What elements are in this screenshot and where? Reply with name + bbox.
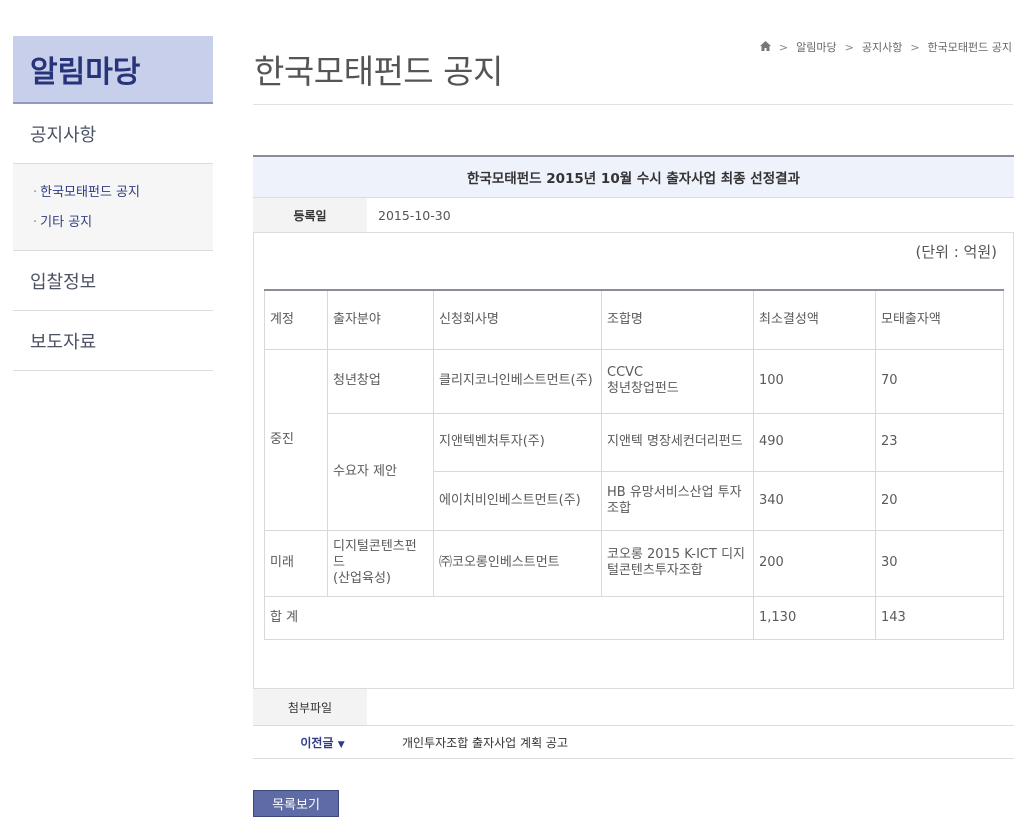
- min-amount-cell: 200: [753, 529, 876, 597]
- table-header-row: 계정 출자분야 신청회사명 조합명 최소결성액 모태출자액: [264, 289, 1004, 350]
- sidebar-item-notices[interactable]: 공지사항: [13, 104, 213, 164]
- table-row: 수요자 제안 지앤텍벤처투자(주) 지앤텍 명장세컨더리펀드 490 23: [265, 412, 1004, 531]
- sidebar: 알림마당 공지사항 · 한국모태펀드 공지 · 기타 공지 입찰정보 보도자료: [13, 36, 213, 371]
- sidebar-subitem-other-notice[interactable]: · 기타 공지: [33, 208, 213, 238]
- chevron-right-icon: >: [910, 40, 920, 54]
- table-total-row: 합 계 1,130 143: [264, 595, 1004, 640]
- sidebar-title: 알림마당: [13, 36, 213, 104]
- company-cell: 에이치비인베스트먼트(주): [433, 470, 602, 531]
- fund-cell: 지앤텍 명장세컨더리펀드: [601, 412, 754, 472]
- min-amount-cell: 340: [753, 470, 876, 531]
- notice-title: 한국모태펀드 2015년 10월 수시 출자사업 최종 선정결과: [253, 155, 1014, 198]
- attachment-row: 첨부파일: [253, 689, 1014, 726]
- column-header: 조합명: [601, 289, 754, 350]
- total-min-cell: 1,130: [753, 595, 876, 640]
- mother-amount-cell: 20: [875, 470, 1004, 531]
- chevron-right-icon: >: [778, 40, 789, 54]
- home-icon[interactable]: [759, 40, 771, 54]
- min-amount-cell: 100: [753, 348, 876, 414]
- mother-amount-cell: 70: [875, 348, 1004, 414]
- field-cell: 청년창업: [327, 348, 434, 414]
- sidebar-item-press[interactable]: 보도자료: [13, 311, 213, 371]
- field-cell: 디지털콘텐츠펀드 (산업육성): [327, 529, 434, 597]
- account-cell: 미래: [264, 529, 328, 597]
- company-cell: ㈜코오롱인베스트먼트: [433, 529, 602, 597]
- chevron-right-icon: >: [844, 40, 854, 54]
- column-header: 모태출자액: [875, 289, 1004, 350]
- account-cell: 중진: [264, 348, 328, 531]
- page-title: 한국모태펀드 공지: [254, 52, 503, 91]
- company-cell: 지앤텍벤처투자(주): [433, 412, 602, 472]
- sidebar-item-bids[interactable]: 입찰정보: [13, 251, 213, 311]
- breadcrumb-item[interactable]: 공지사항: [862, 39, 902, 55]
- notice-body: (단위 : 억원) 계정 출자분야 신청회사명 조합명 최소결성액 모태출자액 …: [253, 233, 1014, 689]
- min-amount-cell: 490: [753, 412, 876, 472]
- table-row: 미래 디지털콘텐츠펀드 (산업육성) ㈜코오롱인베스트먼트 코오롱 2015 K-…: [264, 529, 1004, 597]
- divider: [253, 104, 1013, 105]
- total-mother-cell: 143: [875, 595, 1004, 640]
- column-header: 계정: [264, 289, 328, 350]
- date-row: 등록일 2015-10-30: [253, 198, 1014, 233]
- fund-cell: CCVC 청년창업펀드: [601, 348, 754, 414]
- notice-view: 한국모태펀드 2015년 10월 수시 출자사업 최종 선정결과 등록일 201…: [253, 155, 1014, 689]
- company-cell: 클리지코너인베스트먼트(주): [433, 348, 602, 414]
- table-row: 중진 청년창업 클리지코너인베스트먼트(주) CCVC 청년창업펀드 100 70: [264, 348, 1004, 531]
- field-cell: 수요자 제안: [327, 412, 434, 531]
- total-label-cell: 합 계: [264, 595, 754, 640]
- selection-result-table: 계정 출자분야 신청회사명 조합명 최소결성액 모태출자액 중진 청년창업 클리…: [264, 289, 1004, 640]
- sidebar-subitem-motae-notice[interactable]: · 한국모태펀드 공지: [33, 178, 213, 208]
- list-button[interactable]: 목록보기: [253, 790, 339, 817]
- attachment-label: 첨부파일: [253, 689, 367, 725]
- sidebar-submenu: · 한국모태펀드 공지 · 기타 공지: [13, 164, 213, 251]
- mother-amount-cell: 30: [875, 529, 1004, 597]
- breadcrumb-item[interactable]: 알림마당: [796, 39, 836, 55]
- column-header: 신청회사명: [433, 289, 602, 350]
- prev-post-link[interactable]: 개인투자조합 출자사업 계획 공고: [392, 734, 568, 751]
- date-label: 등록일: [253, 198, 367, 232]
- prev-post-row: 이전글 ▼ 개인투자조합 출자사업 계획 공고: [253, 726, 1014, 759]
- mother-amount-cell: 23: [875, 412, 1004, 472]
- column-header: 최소결성액: [753, 289, 876, 350]
- column-header: 출자분야: [327, 289, 434, 350]
- triangle-down-icon: ▼: [337, 739, 345, 750]
- breadcrumb: > 알림마당 > 공지사항 > 한국모태펀드 공지: [759, 39, 1012, 55]
- fund-cell: HB 유망서비스산업 투자조합: [601, 470, 754, 531]
- prev-post-label: 이전글 ▼: [300, 735, 345, 750]
- breadcrumb-item-current[interactable]: 한국모태펀드 공지: [928, 39, 1012, 55]
- unit-label: (단위 : 억원): [915, 243, 998, 261]
- date-value: 2015-10-30: [378, 207, 451, 223]
- fund-cell: 코오롱 2015 K-ICT 디지털콘텐츠투자조합: [601, 529, 754, 597]
